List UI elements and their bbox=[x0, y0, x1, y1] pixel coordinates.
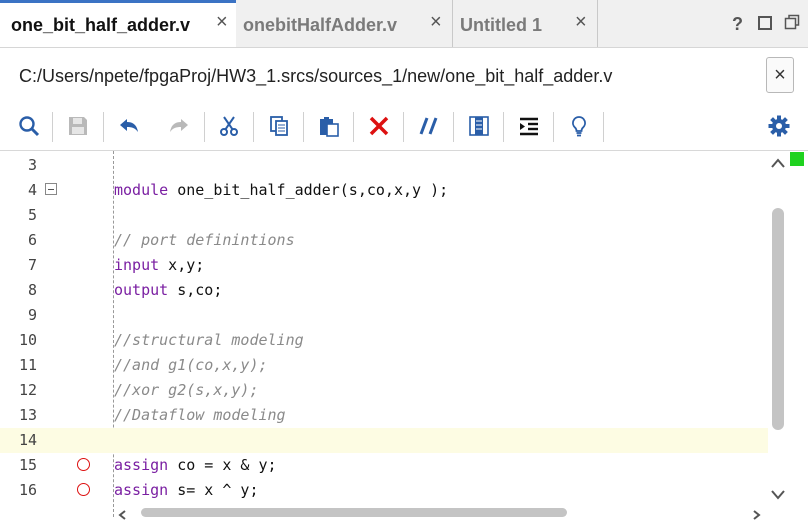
search-icon[interactable] bbox=[16, 113, 42, 139]
line-number: 14 bbox=[18, 431, 37, 449]
code-line[interactable]: 4 module one_bit_half_adder(s,co,x,y ); bbox=[0, 178, 768, 203]
bulb-icon[interactable] bbox=[566, 113, 592, 139]
code-line[interactable]: 9 bbox=[0, 303, 768, 328]
code-line[interactable]: 12 //xor g2(s,x,y); bbox=[0, 378, 768, 403]
code-text: //and g1(co,x,y); bbox=[114, 356, 268, 374]
tab-onebit-half-adder[interactable]: onebitHalfAdder.v × bbox=[236, 0, 453, 47]
code-text: output s,co; bbox=[114, 281, 222, 299]
comment: //and g1(co,x,y); bbox=[114, 356, 268, 374]
editor-toolbar bbox=[0, 102, 808, 151]
code-text: //Dataflow modeling bbox=[114, 406, 286, 424]
file-path-bar: C:/Users/npete/fpgaProj/HW3_1.srcs/sourc… bbox=[0, 48, 808, 102]
gear-icon[interactable] bbox=[766, 113, 792, 139]
tab-bar: one_bit_half_adder.v × onebitHalfAdder.v… bbox=[0, 0, 808, 48]
horizontal-scroll-thumb[interactable] bbox=[141, 508, 567, 517]
code-text: module one_bit_half_adder(s,co,x,y ); bbox=[114, 181, 448, 199]
restore-icon[interactable] bbox=[784, 14, 800, 35]
code-body: s,co; bbox=[168, 281, 223, 299]
scroll-down-icon[interactable] bbox=[771, 487, 785, 505]
code-body: co = x & y; bbox=[168, 456, 277, 474]
code-body: x,y; bbox=[159, 256, 205, 274]
copy-icon[interactable] bbox=[266, 113, 292, 139]
comment: //structural modeling bbox=[114, 331, 304, 349]
tab-label: onebitHalfAdder.v bbox=[243, 15, 398, 35]
code-line[interactable]: 15 assign co = x & y; bbox=[0, 453, 768, 478]
code-text: assign co = x & y; bbox=[114, 456, 277, 474]
code-line[interactable]: 16 assign s= x ^ y; bbox=[0, 478, 768, 503]
code-text: assign s= x ^ y; bbox=[114, 481, 259, 499]
code-line[interactable]: 10 //structural modeling bbox=[0, 328, 768, 353]
code-line[interactable]: 8 output s,co; bbox=[0, 278, 768, 303]
line-number: 8 bbox=[27, 281, 37, 299]
line-number: 11 bbox=[18, 356, 37, 374]
tab-close-icon[interactable]: × bbox=[430, 12, 442, 32]
comment: //xor g2(s,x,y); bbox=[114, 381, 259, 399]
scroll-right-icon[interactable] bbox=[753, 507, 761, 525]
redo-icon[interactable] bbox=[166, 113, 192, 139]
line-number: 12 bbox=[18, 381, 37, 399]
line-number: 6 bbox=[27, 231, 37, 249]
maximize-icon[interactable] bbox=[758, 14, 772, 35]
column-select-icon[interactable] bbox=[466, 113, 492, 139]
keyword: assign bbox=[114, 456, 169, 474]
delete-icon[interactable] bbox=[366, 113, 392, 139]
save-icon[interactable] bbox=[65, 113, 91, 139]
tab-close-icon[interactable]: × bbox=[575, 12, 587, 32]
code-text: // port definintions bbox=[114, 231, 295, 249]
line-number: 9 bbox=[27, 306, 37, 324]
code-body: one_bit_half_adder(s,co,x,y ); bbox=[168, 181, 449, 199]
tab-one-bit-half-adder[interactable]: one_bit_half_adder.v × bbox=[0, 0, 236, 47]
undo-icon[interactable] bbox=[116, 113, 142, 139]
tab-close-icon[interactable]: × bbox=[216, 12, 228, 32]
path-close-button[interactable]: × bbox=[766, 57, 794, 93]
code-line[interactable]: 11 //and g1(co,x,y); bbox=[0, 353, 768, 378]
code-line[interactable]: 7 input x,y; bbox=[0, 253, 768, 278]
window-controls: ? bbox=[708, 0, 808, 47]
code-editor[interactable]: 3 4 module one_bit_half_adder(s,co,x,y ); 5… bbox=[0, 151, 768, 517]
line-number: 13 bbox=[18, 406, 37, 424]
comment-icon[interactable] bbox=[416, 113, 442, 139]
line-number: 10 bbox=[18, 331, 37, 349]
code-line[interactable]: 6 // port definintions bbox=[0, 228, 768, 253]
code-line[interactable]: 3 bbox=[0, 153, 768, 178]
status-ok-marker bbox=[790, 152, 804, 166]
cut-icon[interactable] bbox=[216, 113, 242, 139]
comment: // port definintions bbox=[114, 231, 295, 249]
tab-untitled-1[interactable]: Untitled 1 × bbox=[453, 0, 598, 47]
paste-icon[interactable] bbox=[316, 113, 342, 139]
code-line[interactable]: 13 //Dataflow modeling bbox=[0, 403, 768, 428]
line-number: 3 bbox=[27, 156, 37, 174]
code-text: input x,y; bbox=[114, 256, 204, 274]
scroll-up-icon[interactable] bbox=[771, 155, 785, 173]
line-number: 4 bbox=[27, 181, 37, 199]
code-line[interactable]: 5 bbox=[0, 203, 768, 228]
breakpoint-icon[interactable] bbox=[77, 458, 90, 471]
code-line[interactable]: 14 bbox=[0, 428, 768, 453]
scroll-left-icon[interactable] bbox=[118, 507, 126, 525]
code-text: //xor g2(s,x,y); bbox=[114, 381, 259, 399]
line-number: 15 bbox=[18, 456, 37, 474]
keyword: input bbox=[114, 256, 160, 274]
tab-label: Untitled 1 bbox=[460, 15, 543, 35]
code-body: s= x ^ y; bbox=[168, 481, 259, 499]
tab-label: one_bit_half_adder.v bbox=[11, 15, 191, 35]
keyword: module bbox=[114, 181, 169, 199]
fold-toggle-icon[interactable] bbox=[45, 183, 57, 195]
line-number: 16 bbox=[18, 481, 37, 499]
keyword: assign bbox=[114, 481, 169, 499]
code-text: //structural modeling bbox=[114, 331, 304, 349]
indent-icon[interactable] bbox=[516, 113, 542, 139]
comment: //Dataflow modeling bbox=[114, 406, 286, 424]
line-number: 7 bbox=[27, 256, 37, 274]
file-path: C:/Users/npete/fpgaProj/HW3_1.srcs/sourc… bbox=[19, 66, 613, 86]
breakpoint-icon[interactable] bbox=[77, 483, 90, 496]
line-number: 5 bbox=[27, 206, 37, 224]
keyword: output bbox=[114, 281, 169, 299]
vertical-scroll-thumb[interactable] bbox=[772, 208, 784, 430]
help-icon[interactable]: ? bbox=[732, 14, 743, 35]
